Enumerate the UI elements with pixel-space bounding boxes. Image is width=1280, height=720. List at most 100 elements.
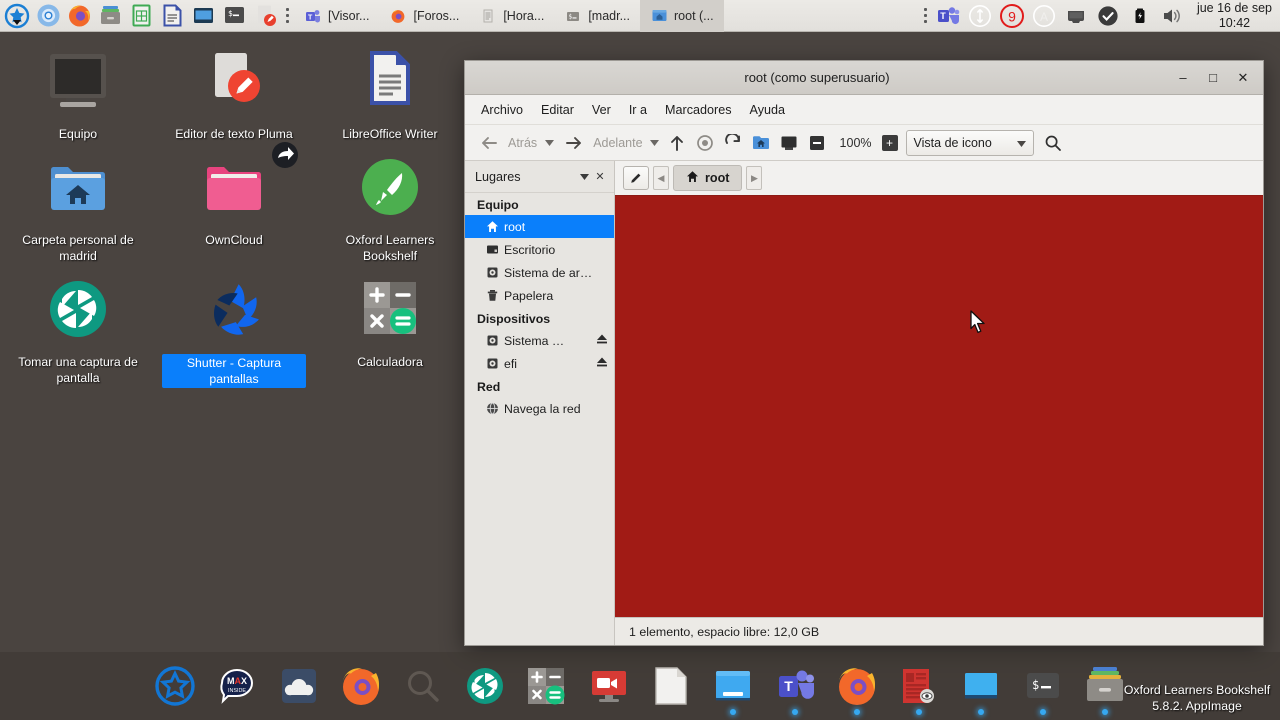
menu-ver[interactable]: Ver (584, 99, 619, 121)
task-button-0[interactable]: T [Visor... (294, 0, 379, 32)
task-button-3[interactable]: $ [madr... (554, 0, 640, 32)
dock-item-terminal[interactable]: $ (1017, 658, 1069, 714)
dock-item-firefox-2[interactable] (831, 658, 883, 714)
menu-ayuda[interactable]: Ayuda (742, 99, 793, 121)
stop-icon[interactable] (692, 130, 718, 156)
forward-history-dropdown[interactable] (648, 130, 662, 156)
sidebar-item-efi[interactable]: efi (465, 352, 614, 375)
screen-recorder-icon (586, 663, 632, 709)
desktop-row-2: Carpeta personal de madrid OwnCloud Oxfo… (0, 146, 470, 268)
desktop-icon-label: Tomar una captura de pantalla (6, 354, 150, 386)
battery-tray-icon[interactable] (1125, 1, 1155, 31)
dock-item-file-manager[interactable] (707, 658, 759, 714)
updates-tray-icon[interactable] (965, 1, 995, 31)
menu-editar[interactable]: Editar (533, 99, 582, 121)
notifications-count-badge[interactable]: 9 (997, 1, 1027, 31)
path-scroll-right-icon[interactable]: ▶ (746, 166, 762, 190)
close-button[interactable]: ✕ (1229, 66, 1257, 90)
path-scroll-left-icon[interactable]: ◀ (653, 166, 669, 190)
network-tray-icon[interactable] (1061, 1, 1091, 31)
dock-item-owncloud[interactable] (273, 658, 325, 714)
desktop-icon-equipo[interactable]: Equipo (0, 40, 156, 146)
dock-item-pdf-viewer[interactable] (893, 658, 945, 714)
updates-ok-tray-icon[interactable] (1093, 1, 1123, 31)
max-menu-icon[interactable] (2, 1, 32, 31)
arrow-right-icon (561, 130, 587, 156)
eject-icon[interactable] (594, 333, 608, 348)
dock-item-max-inside[interactable]: MAXINSIDE (211, 658, 263, 714)
sidebar-item-label: Escritorio (504, 243, 608, 257)
dock-item-calculator[interactable] (521, 658, 573, 714)
desktop-icon-libreoffice-writer[interactable]: LibreOffice Writer (312, 40, 468, 146)
file-manager-icon[interactable] (95, 1, 125, 31)
display-icon[interactable] (188, 1, 218, 31)
pluma-editor-icon (198, 48, 270, 120)
sidebar-item-papelera[interactable]: Papelera (465, 284, 614, 307)
maximize-button[interactable]: □ (1199, 66, 1227, 90)
task-button-1[interactable]: [Foros... (379, 0, 469, 32)
dock-item-libreoffice[interactable] (645, 658, 697, 714)
forward-button[interactable]: Adelante (558, 129, 645, 157)
dock-item-max-star[interactable] (149, 658, 201, 714)
sidebar-item-navega-la-red[interactable]: Navega la red (465, 397, 614, 420)
file-list-view[interactable]: Desktop (615, 195, 1263, 617)
desktop-icon-pluma[interactable]: Editor de texto Pluma (156, 40, 312, 146)
dock-item-screen-recorder[interactable] (583, 658, 635, 714)
top-panel: $ T [Visor... [Foros... [Hora... (0, 0, 1280, 32)
window-titlebar[interactable]: root (como superusuario) – □ ✕ (465, 61, 1263, 95)
sidebar-item-sistema[interactable]: Sistema … (465, 329, 614, 352)
view-mode-select[interactable]: Vista de icono (906, 130, 1034, 156)
zoom-plus-icon[interactable]: + (882, 135, 898, 151)
dock-item-firefox[interactable] (335, 658, 387, 714)
sidebar-item-root[interactable]: root (465, 215, 614, 238)
teams-tray-icon[interactable]: T (933, 1, 963, 31)
file-manager-window: root (como superusuario) – □ ✕ Archivo E… (464, 60, 1264, 646)
reload-icon[interactable] (720, 130, 746, 156)
task-button-2[interactable]: [Hora... (469, 0, 554, 32)
desktop-icon-owncloud[interactable]: OwnCloud (156, 146, 312, 268)
minimize-button[interactable]: – (1169, 66, 1197, 90)
terminal-icon[interactable]: $ (219, 1, 249, 31)
desktop-icon-carpeta-personal[interactable]: Carpeta personal de madrid (0, 146, 156, 268)
libreoffice-calc-icon[interactable] (126, 1, 156, 31)
places-header: Lugares ✕ (465, 161, 614, 193)
sidebar-item-escritorio[interactable]: Escritorio (465, 238, 614, 261)
terminal-icon: $ (1020, 663, 1066, 709)
dock-item-file-manager-window[interactable] (955, 658, 1007, 714)
navigation-toolbar: Atrás Adelante 1 (465, 125, 1263, 161)
eject-icon[interactable] (594, 356, 608, 371)
firefox-icon[interactable] (64, 1, 94, 31)
svg-text:T: T (940, 11, 946, 21)
clock[interactable]: jue 16 de sep 10:42 (1191, 1, 1280, 31)
pluma-editor-icon[interactable] (250, 1, 280, 31)
up-icon[interactable] (664, 130, 690, 156)
back-history-dropdown[interactable] (542, 130, 556, 156)
dock-item-screenshot[interactable] (459, 658, 511, 714)
sidebar-item-sistema-de-archivos[interactable]: Sistema de ar… (465, 261, 614, 284)
dock-item-teams[interactable]: T (769, 658, 821, 714)
volume-tray-icon[interactable] (1157, 1, 1187, 31)
places-dropdown-icon[interactable] (576, 171, 592, 183)
desktop-icon-tomar-captura[interactable]: Tomar una captura de pantalla (0, 268, 156, 392)
tray-drag-handle[interactable] (922, 3, 930, 29)
edit-path-icon[interactable] (623, 166, 649, 190)
close-sidebar-icon[interactable]: ✕ (592, 170, 608, 183)
search-icon[interactable] (1040, 130, 1066, 156)
accessibility-tray-icon[interactable]: A (1029, 1, 1059, 31)
back-button[interactable]: Atrás (473, 129, 540, 157)
computer-icon[interactable] (776, 130, 802, 156)
task-button-4[interactable]: root (... (640, 0, 724, 32)
desktop-icon-shutter[interactable]: Shutter - Captura pantallas (156, 268, 312, 392)
panel-drag-handle[interactable] (283, 3, 291, 29)
desktop-icon-oxford-bookshelf[interactable]: Oxford Learners Bookshelf (312, 146, 468, 268)
home-icon[interactable] (748, 130, 774, 156)
menu-archivo[interactable]: Archivo (473, 99, 531, 121)
collapse-icon[interactable] (804, 130, 830, 156)
menu-marcadores[interactable]: Marcadores (657, 99, 740, 121)
desktop-icon-calculadora[interactable]: Calculadora (312, 268, 468, 392)
path-crumb-root[interactable]: root (673, 165, 742, 191)
menu-ir-a[interactable]: Ir a (621, 99, 655, 121)
libreoffice-writer-icon[interactable] (157, 1, 187, 31)
dock-item-search[interactable] (397, 658, 449, 714)
chromium-icon[interactable] (33, 1, 63, 31)
